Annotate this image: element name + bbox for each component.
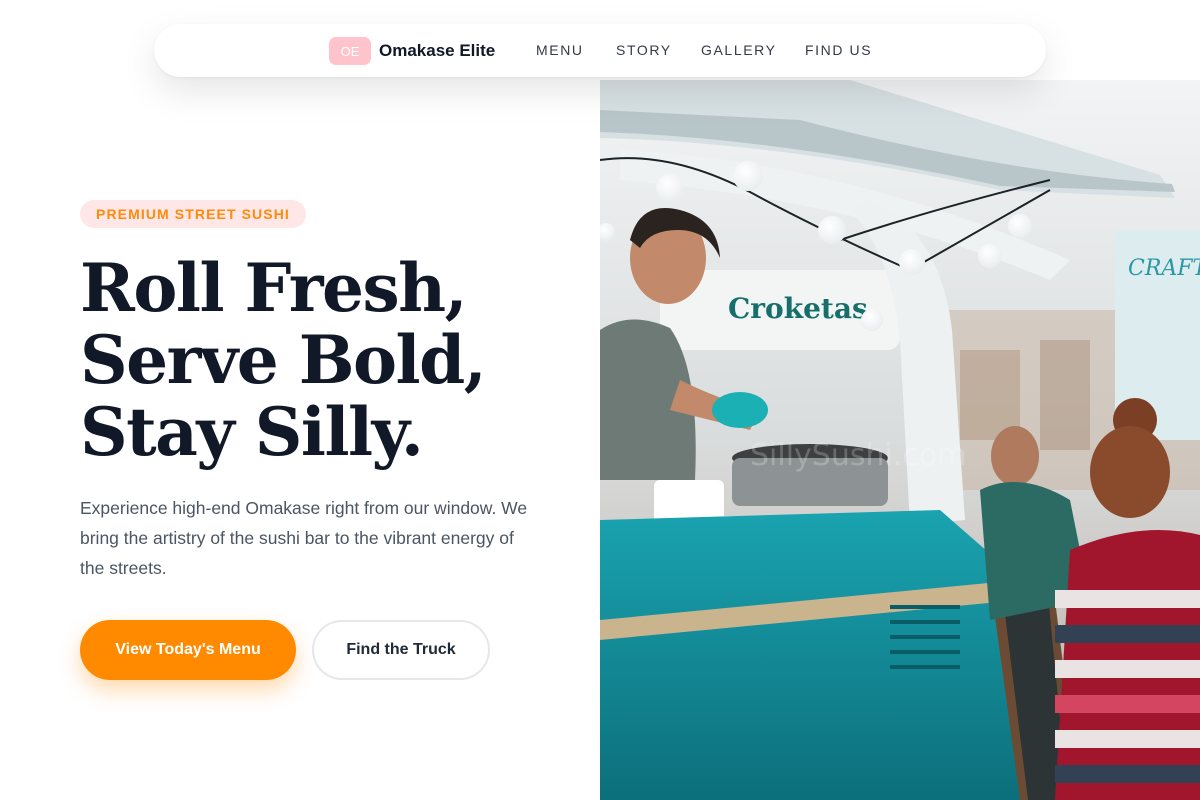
landing-page: OE Omakase Elite MENU STORY GALLERY FIND… [0,0,1200,800]
nav-link-menu[interactable]: MENU [536,42,584,58]
headline-line-1: Roll Fresh, [80,249,468,327]
nav-link-gallery[interactable]: GALLERY [701,42,777,58]
hero-description: Experience high-end Omakase right from o… [80,498,528,578]
photo-watermark: SillySushi.com [750,438,966,473]
find-truck-button[interactable]: Find the Truck [312,620,490,680]
hero-photo-food-truck: CRAFT BEER & FOOD TRUCK Croketas [600,80,1200,800]
food-truck-illustration: CRAFT BEER & FOOD TRUCK Croketas [600,80,1200,800]
hero-headline: Roll Fresh, Serve Bold, Stay Silly. [80,252,580,468]
headline-line-2: Serve Bold, [80,321,487,399]
top-navbar: OE Omakase Elite MENU STORY GALLERY FIND… [154,24,1046,77]
nav-link-find-us[interactable]: FIND US [805,42,872,58]
nav-link-story[interactable]: STORY [616,42,672,58]
svg-text:CRAFT BEER & FOOD TRUCK: CRAFT BEER & FOOD TRUCK [1128,256,1200,281]
view-menu-button[interactable]: View Today's Menu [80,620,296,680]
logo-badge[interactable]: OE [329,37,371,65]
hero-tag-badge: PREMIUM STREET SUSHI [80,200,306,228]
headline-line-3: Stay Silly. [80,393,424,471]
truck-sign-text: Croketas [728,292,868,325]
brand-name[interactable]: Omakase Elite [379,41,495,61]
craft-beer-sign: CRAFT BEER & FOOD TRUCK [1128,256,1200,281]
